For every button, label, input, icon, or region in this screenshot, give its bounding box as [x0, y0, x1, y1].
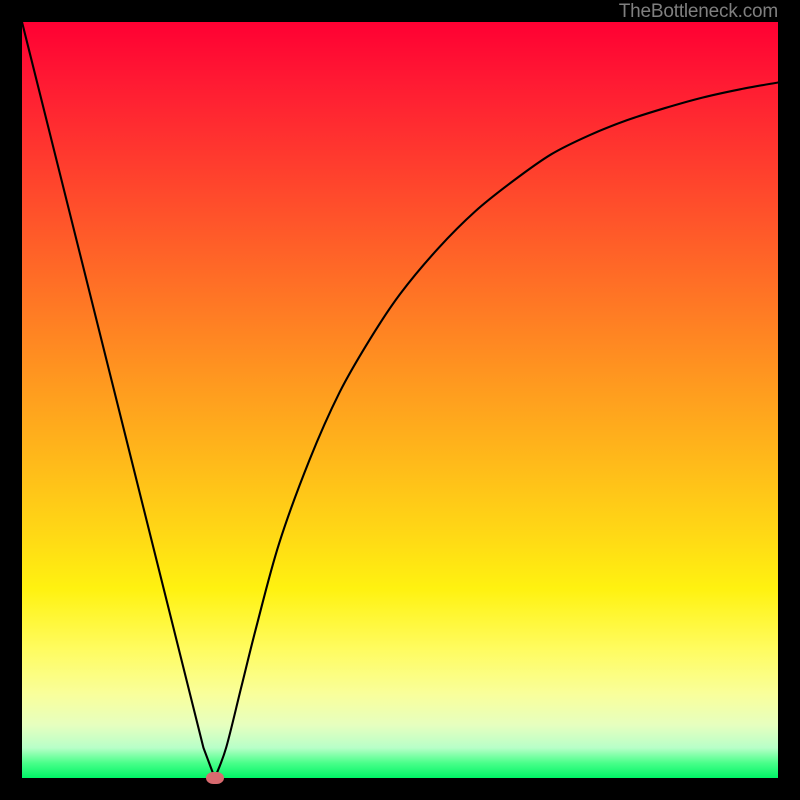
- watermark-text: TheBottleneck.com: [619, 2, 778, 22]
- chart-frame: TheBottleneck.com: [0, 0, 800, 800]
- gradient-background: [22, 22, 778, 778]
- minimum-marker: [206, 772, 224, 784]
